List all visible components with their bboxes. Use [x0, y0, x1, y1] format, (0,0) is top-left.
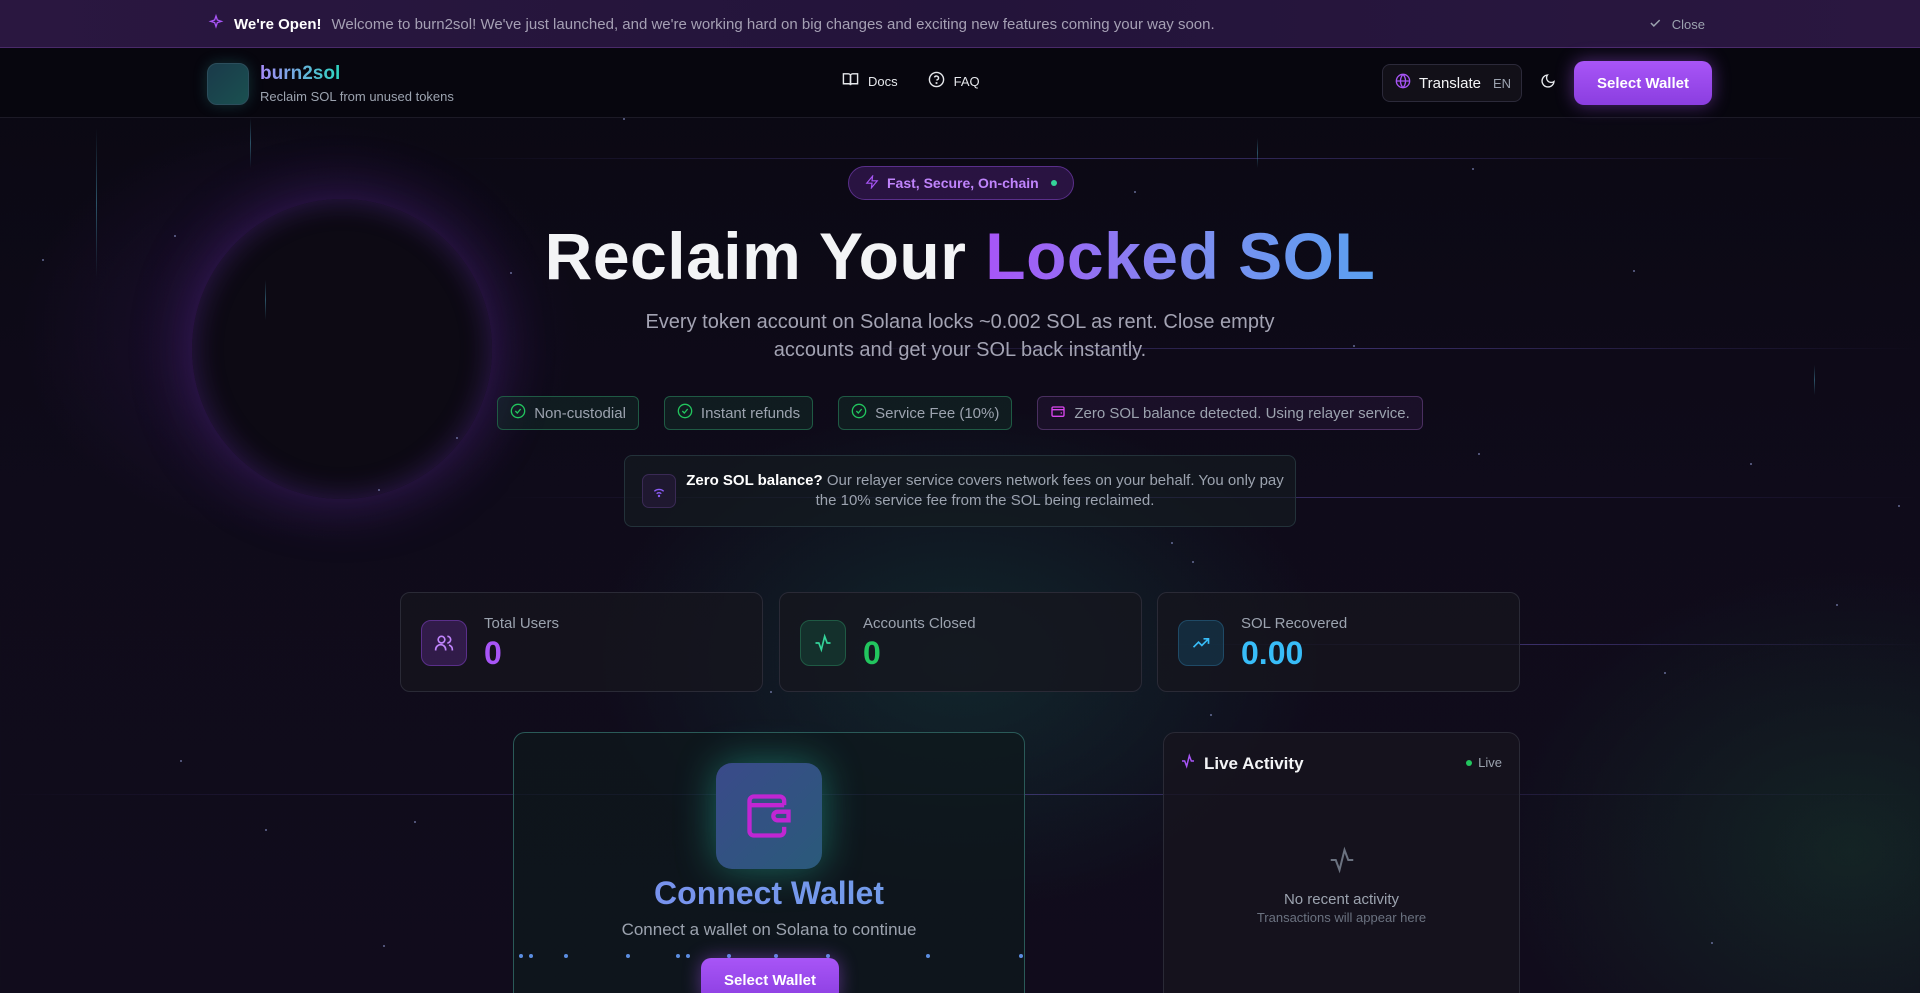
theme-toggle-button[interactable] — [1535, 68, 1561, 98]
badge-non-custodial: Non-custodial — [497, 396, 639, 430]
stat-label: Total Users — [484, 615, 560, 632]
activity-icon — [1180, 753, 1196, 774]
stat-value: 0.00 — [1241, 635, 1304, 671]
globe-icon — [1395, 73, 1411, 93]
sparkle-icon — [208, 13, 224, 35]
main-nav: Docs FAQ — [842, 70, 980, 92]
close-label: Close — [1671, 16, 1705, 32]
connect-wallet-card: Connect Wallet Connect a wallet on Solan… — [513, 732, 1025, 993]
hero-pill: Fast, Secure, On-chain — [848, 166, 1074, 200]
badge-label: Service Fee (10%) — [875, 404, 1000, 422]
activity-icon — [800, 620, 846, 666]
nav-faq-label: FAQ — [953, 73, 980, 89]
nav-docs-label: Docs — [868, 73, 898, 89]
wifi-icon — [642, 474, 676, 508]
empty-state-title: No recent activity — [1283, 891, 1400, 908]
grid-line — [450, 158, 1800, 159]
site-header: burn2sol Reclaim SOL from unused tokens … — [0, 48, 1920, 118]
announcement-close-button[interactable]: Close — [1648, 0, 1705, 48]
live-activity-panel: Live Activity Live No recent activity Tr… — [1163, 732, 1520, 993]
grid-line — [1257, 138, 1258, 168]
wallet-icon — [716, 763, 822, 869]
connect-title: Connect Wallet — [514, 875, 1024, 912]
logo[interactable] — [207, 63, 249, 105]
live-activity-header: Live Activity — [1180, 753, 1304, 774]
badge-label: Non-custodial — [534, 404, 626, 422]
relayer-body: Our relayer service covers network fees … — [815, 472, 1284, 509]
live-status-badge: Live — [1466, 755, 1502, 770]
badge-label: Instant refunds — [700, 404, 801, 422]
badge-label: Zero SOL balance detected. Using relayer… — [1074, 404, 1410, 422]
stat-label: Accounts Closed — [863, 615, 976, 632]
check-icon — [1648, 16, 1662, 33]
hero-title-highlight: Locked SOL — [985, 219, 1376, 293]
stat-label: SOL Recovered — [1241, 615, 1348, 632]
zap-icon — [865, 173, 879, 192]
hero-pill-label: Fast, Secure, On-chain — [887, 175, 1039, 191]
grid-line — [1814, 365, 1815, 395]
translate-button[interactable]: Translate EN — [1382, 64, 1522, 102]
relayer-text: Zero SOL balance? Our relayer service co… — [685, 471, 1285, 511]
trending-up-icon — [1178, 620, 1224, 666]
wallet-icon — [1050, 403, 1066, 423]
users-icon — [421, 620, 467, 666]
status-dot — [1050, 180, 1057, 186]
announcement-title: We're Open! — [234, 15, 322, 33]
grid-line — [250, 118, 251, 168]
check-circle-icon — [851, 403, 867, 423]
live-status-label: Live — [1478, 755, 1502, 770]
activity-icon — [1327, 845, 1357, 880]
check-circle-icon — [510, 403, 526, 423]
relayer-notice: Zero SOL balance? Our relayer service co… — [624, 455, 1296, 527]
live-activity-title: Live Activity — [1204, 753, 1304, 773]
stat-accounts-closed: Accounts Closed 0 — [779, 592, 1142, 692]
hero-subtitle: Every token account on Solana locks ~0.0… — [645, 311, 1275, 361]
announcement-bar: We're Open! Welcome to burn2sol! We've j… — [0, 0, 1920, 48]
brand-name[interactable]: burn2sol — [260, 63, 340, 85]
hero-title-plain: Reclaim Your — [544, 219, 967, 293]
live-dot — [1466, 759, 1473, 766]
stat-value: 0 — [484, 635, 502, 671]
translate-label: Translate — [1419, 74, 1481, 92]
check-circle-icon — [677, 403, 693, 423]
connect-subtitle: Connect a wallet on Solana to continue — [621, 920, 917, 939]
brand-tagline: Reclaim SOL from unused tokens — [260, 89, 454, 104]
badge-service-fee: Service Fee (10%) — [838, 396, 1013, 430]
hero-title: Reclaim Your Locked SOL — [0, 218, 1920, 294]
help-circle-icon — [928, 71, 945, 91]
stat-total-users: Total Users 0 — [400, 592, 763, 692]
announcement-message: Welcome to burn2sol! We've just launched… — [331, 15, 1215, 33]
empty-state-subtitle: Transactions will appear here — [1256, 910, 1427, 925]
connect-select-wallet-button[interactable]: Select Wallet — [701, 958, 839, 993]
badge-relayer: Zero SOL balance detected. Using relayer… — [1037, 396, 1423, 430]
badge-instant-refunds: Instant refunds — [663, 396, 814, 430]
book-icon — [842, 71, 859, 91]
moon-icon — [1540, 73, 1556, 94]
select-wallet-button[interactable]: Select Wallet — [1574, 61, 1712, 105]
stat-sol-recovered: SOL Recovered 0.00 — [1157, 592, 1520, 692]
nav-faq[interactable]: FAQ — [928, 70, 980, 92]
stat-value: 0 — [863, 635, 881, 671]
language-code: EN — [1492, 75, 1512, 91]
feature-badges: Non-custodial Instant refunds Service Fe… — [0, 396, 1920, 430]
relayer-title: Zero SOL balance? — [686, 472, 823, 489]
nav-docs[interactable]: Docs — [842, 70, 898, 92]
